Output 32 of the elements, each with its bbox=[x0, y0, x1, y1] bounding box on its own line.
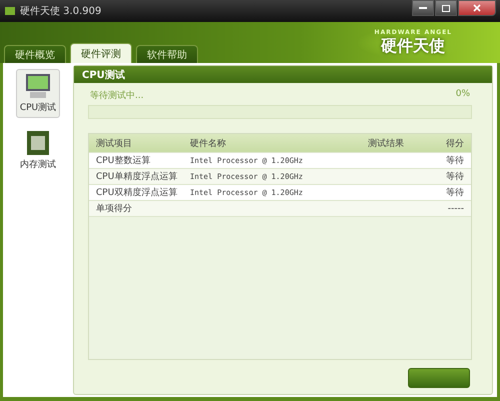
column-header: 测试结果 bbox=[367, 138, 405, 150]
table-cell-text: CPU整数运算 bbox=[95, 154, 152, 167]
progress-percent: 0% bbox=[456, 89, 470, 101]
table-cell-text: 等待 bbox=[445, 154, 465, 167]
app-icon bbox=[4, 5, 16, 17]
table-cell-text: ----- bbox=[446, 204, 465, 214]
tab[interactable]: 硬件概览 bbox=[4, 45, 66, 63]
sidebar-item[interactable]: 内存测试 bbox=[16, 126, 60, 175]
table-cell-text: 等待 bbox=[445, 186, 465, 199]
maximize-icon bbox=[442, 4, 450, 12]
column-header: 测试项目 bbox=[95, 138, 133, 150]
window-title: 硬件天使 3.0.909 bbox=[20, 5, 102, 18]
status-text: 等待测试中... bbox=[90, 90, 144, 102]
table-cell-text: 等待 bbox=[445, 170, 465, 183]
chip-icon bbox=[26, 130, 50, 156]
computer-icon bbox=[24, 73, 52, 99]
logo-title: 硬件天使 bbox=[381, 36, 446, 56]
tab[interactable]: 硬件评测 bbox=[70, 43, 132, 63]
minimize-icon bbox=[419, 6, 427, 10]
panel-title: CPU测试 bbox=[74, 66, 492, 83]
table-cell-text: 单项得分 bbox=[95, 202, 133, 215]
close-button[interactable] bbox=[458, 0, 496, 16]
maximize-button[interactable] bbox=[435, 0, 457, 16]
column-header: 硬件名称 bbox=[189, 138, 227, 150]
start-button[interactable] bbox=[408, 368, 470, 388]
table-cell-text: CPU双精度浮点运算 bbox=[95, 186, 178, 199]
tab[interactable]: 软件帮助 bbox=[136, 45, 198, 63]
close-icon bbox=[473, 4, 481, 12]
minimize-button[interactable] bbox=[412, 0, 434, 16]
table-cell-text: CPU单精度浮点运算 bbox=[95, 170, 178, 183]
column-header: 得分 bbox=[445, 138, 465, 150]
sidebar-item[interactable]: CPU测试 bbox=[16, 69, 60, 118]
